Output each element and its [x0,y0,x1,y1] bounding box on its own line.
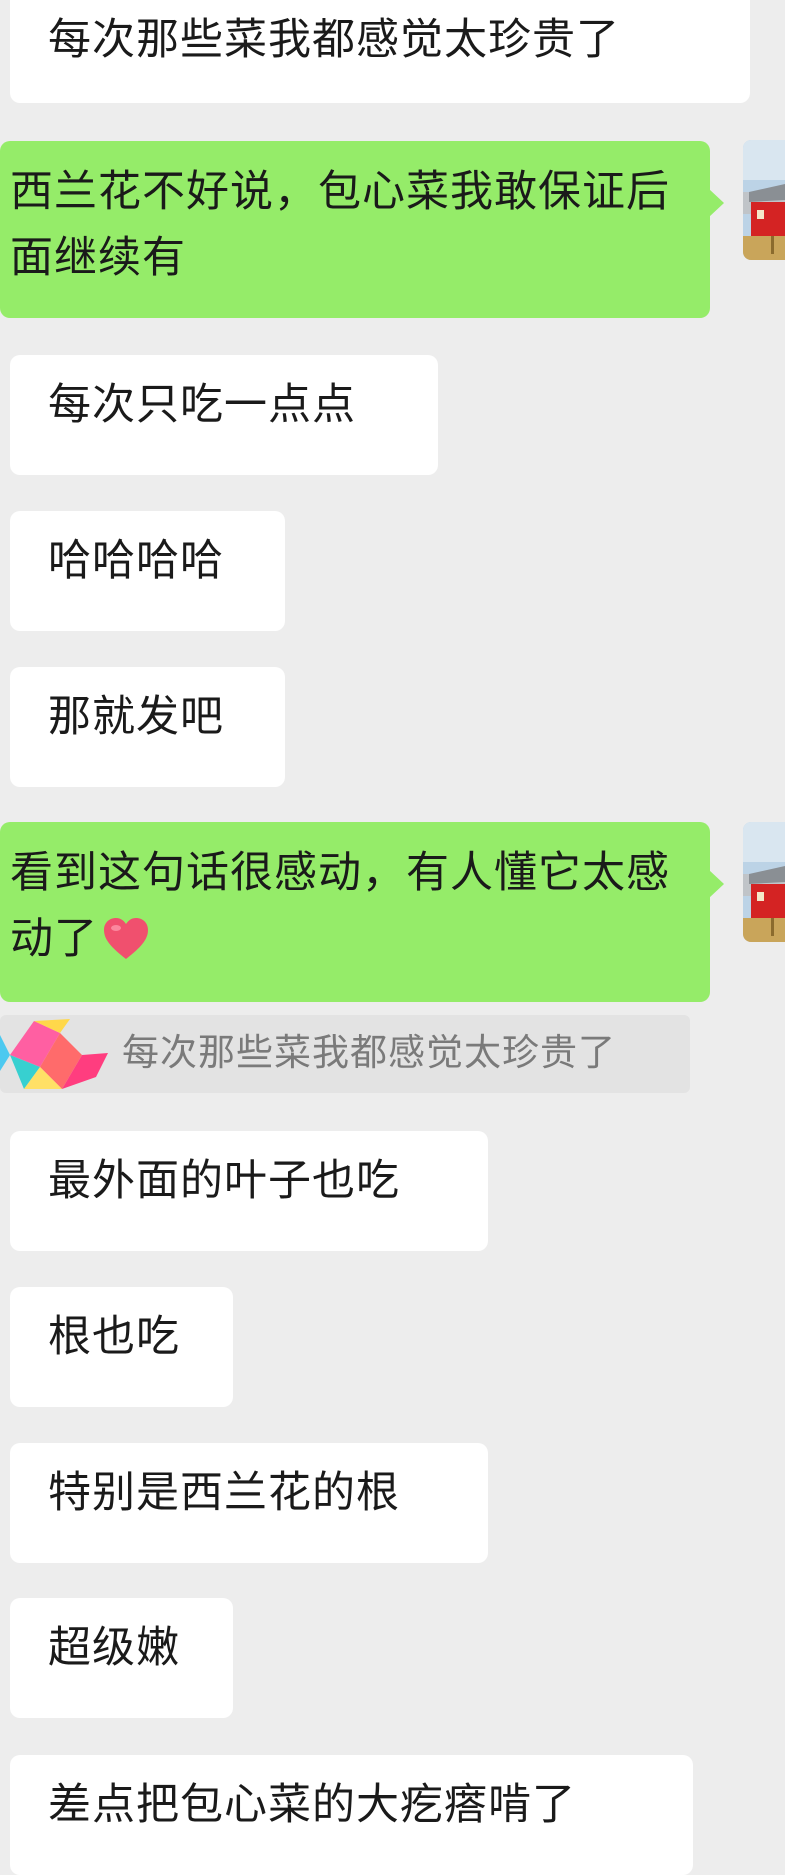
message-text: 特别是西兰花的根 [48,1468,400,1518]
message-text: 最外面的叶子也吃 [48,1156,400,1206]
message-text: 哈哈哈哈 [48,536,224,586]
message-text: 根也吃 [48,1312,180,1362]
my-avatar[interactable] [743,822,785,942]
bubble-tail [709,870,724,898]
colorful-shapes-avatar-icon [0,1015,120,1097]
bubble-tail [709,189,724,217]
outgoing-message-bubble[interactable]: 西兰花不好说，包心菜我敢保证后面继续有 [0,141,724,318]
incoming-message-bubble[interactable]: 哈哈哈哈 [10,511,285,631]
incoming-message-bubble[interactable]: 根也吃 [10,1287,233,1407]
heart-emoji-icon [102,914,150,980]
incoming-message-bubble[interactable]: 每次那些菜我都感觉太珍贵了 [10,0,750,103]
message-text: 每次那些菜我都感觉太珍贵了 [48,15,620,65]
message-text: 每次只吃一点点 [48,380,356,430]
quoted-message-text: 每次那些菜我都感觉太珍贵了 [122,1031,616,1074]
quoted-reply[interactable]: 每次那些菜我都感觉太珍贵了 [0,1015,690,1093]
incoming-message-bubble[interactable]: 超级嫩 [10,1598,233,1718]
my-avatar[interactable] [743,140,785,260]
red-barn-avatar-icon [743,822,785,942]
red-barn-avatar-icon [743,140,785,260]
message-text: 超级嫩 [48,1623,180,1673]
outgoing-message-bubble[interactable]: 看到这句话很感动，有人懂它太感动了 [0,822,724,1002]
incoming-message-bubble[interactable]: 那就发吧 [10,667,285,787]
incoming-message-bubble[interactable]: 差点把包心菜的大疙瘩啃了 [10,1755,693,1875]
incoming-message-bubble[interactable]: 每次只吃一点点 [10,355,438,475]
chat-message-list[interactable]: 每次那些菜我都感觉太珍贵了 西兰花不好说，包心菜我敢保证后面继续有 每次只吃一点… [0,0,785,1875]
message-text: 差点把包心菜的大疙瘩啃了 [48,1780,576,1830]
incoming-message-bubble[interactable]: 特别是西兰花的根 [10,1443,488,1563]
incoming-message-bubble[interactable]: 最外面的叶子也吃 [10,1131,488,1251]
message-text: 那就发吧 [48,692,224,742]
message-text: 西兰花不好说，包心菜我敢保证后面继续有 [10,167,670,283]
